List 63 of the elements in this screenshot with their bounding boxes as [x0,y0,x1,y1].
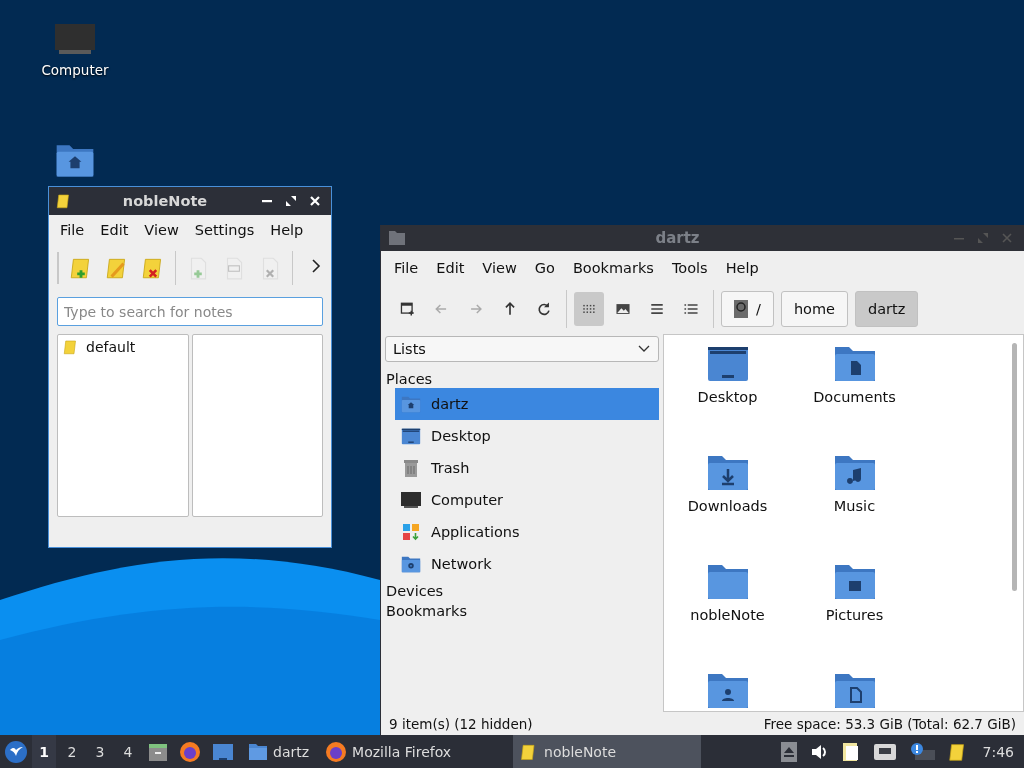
menu-item[interactable]: Tools [662,256,717,280]
menu-item[interactable]: File [385,256,428,280]
file-name[interactable]: nobleNote [690,607,765,623]
place-item[interactable]: Trash [395,452,659,484]
workspace-button[interactable]: 2 [60,735,84,768]
menu-item[interactable]: View [137,220,188,240]
maximize-icon [977,232,989,244]
free-space-text: Free space: 53.3 GiB (Total: 62.7 GiB) [763,715,1016,732]
file-name[interactable]: Desktop [697,389,758,405]
menu-item[interactable]: View [473,256,526,280]
firefox-icon [325,740,348,763]
monitor-icon [400,489,422,511]
folder-icon [248,742,268,761]
firefox-icon[interactable] [179,740,201,763]
network-icon[interactable] [872,741,897,762]
file-name[interactable]: Documents [813,389,896,405]
task-button[interactable]: dartz [242,735,316,768]
window-title: dartz [654,229,701,247]
path-button[interactable]: dartz [855,291,919,327]
app-grid-icon [400,521,422,543]
search-field[interactable]: Type to search for notes [57,297,323,326]
menu-item[interactable]: Help [716,256,768,280]
task-button[interactable]: nobleNote [513,735,702,768]
menu-item[interactable]: Settings [187,220,264,240]
place-item[interactable]: dartz [395,388,659,420]
panel-dropdown[interactable]: Lists [385,336,659,362]
workspace-button[interactable]: 3 [88,735,112,768]
section-heading: Places [385,370,434,388]
path-button[interactable]: / [721,291,774,327]
notebook-item[interactable]: default [58,335,188,359]
menu-item[interactable]: Edit [93,220,138,240]
place-item[interactable]: Network [395,548,659,580]
workspace-button[interactable]: 4 [116,735,140,768]
chevron-down-icon [638,345,650,353]
file-name[interactable]: Pictures [825,607,884,623]
section-heading: Devices [385,582,445,600]
menu-item[interactable]: Help [263,220,313,240]
maximize-icon [285,195,297,207]
file-name[interactable]: Music [833,498,876,514]
close-icon [309,195,321,207]
file-name[interactable]: Downloads [687,498,768,514]
drive-icon [734,300,748,318]
icon-label: Computer [41,62,109,78]
window-title: nobleNote [121,193,209,209]
clipboard-icon[interactable] [840,740,861,763]
clock: 7:46 [982,743,1014,760]
status-text: 9 item(s) (12 hidden) [389,715,533,732]
eject-icon[interactable] [780,741,797,762]
menu-item[interactable]: Bookmarks [563,256,663,280]
menu-item[interactable]: Edit [427,256,474,280]
close-icon [1001,232,1013,244]
path-button[interactable]: home [780,291,848,327]
section-heading: Bookmarks [385,602,468,620]
bird-logo-icon[interactable] [4,739,28,764]
menu-item[interactable]: Go [525,256,564,280]
place-item[interactable]: Applications [395,516,659,548]
workspace-button[interactable]: 1 [32,735,56,768]
task-button[interactable]: Mozilla Firefox [319,735,490,768]
folder-icon [389,231,405,245]
place-item[interactable]: Computer [395,484,659,516]
menu-item[interactable]: File [53,220,94,240]
notification-icon[interactable] [908,741,935,762]
place-item[interactable]: Desktop [395,420,659,452]
